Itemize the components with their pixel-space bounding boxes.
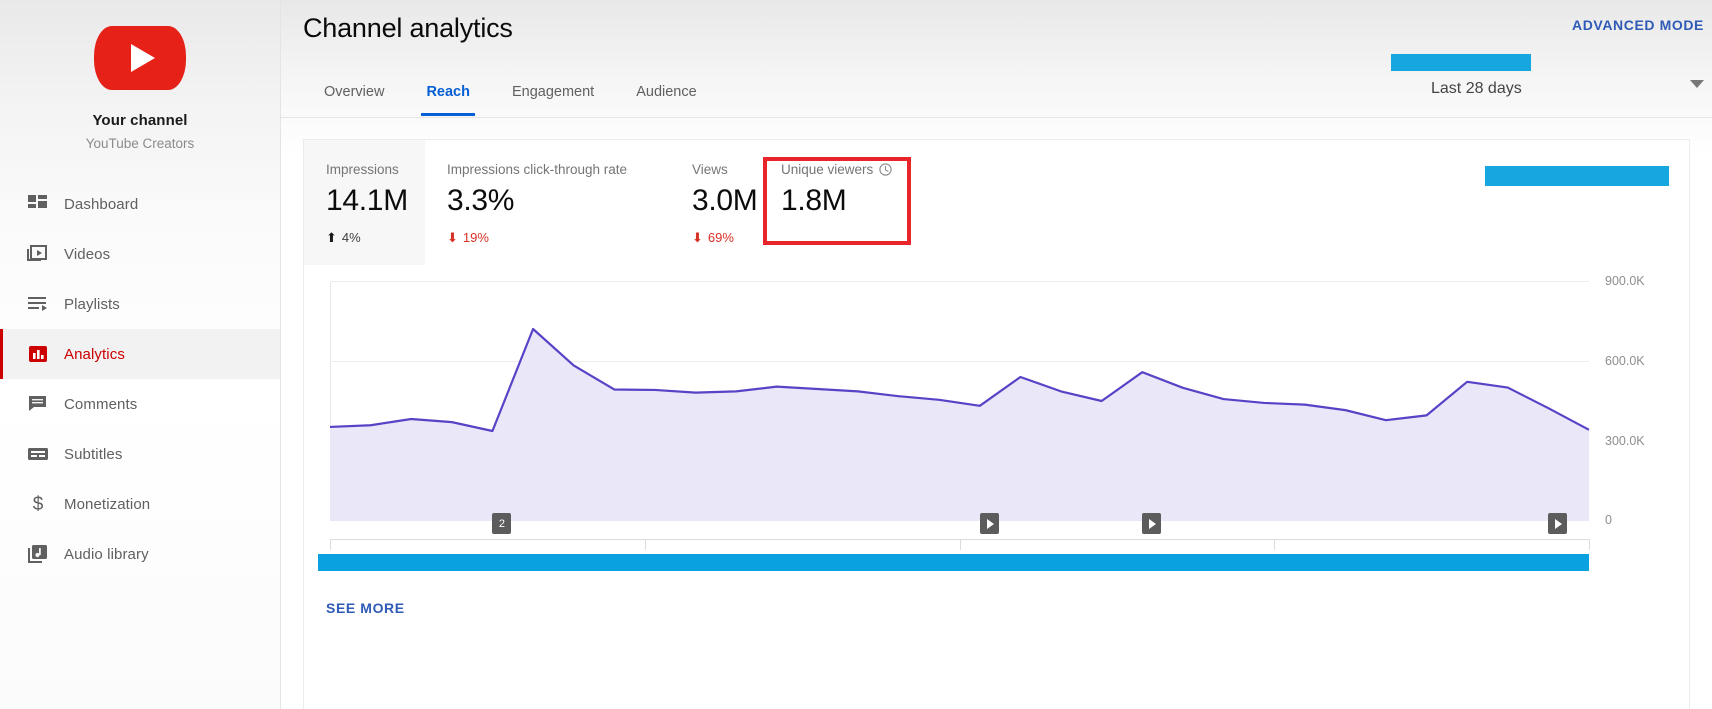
dashboard-icon bbox=[12, 193, 64, 215]
x-axis-tick bbox=[1274, 539, 1275, 550]
metric-delta-value: 69% bbox=[708, 230, 734, 245]
sidebar-item-videos[interactable]: Videos bbox=[0, 229, 280, 279]
analytics-icon bbox=[12, 343, 64, 365]
svg-text:$: $ bbox=[33, 494, 44, 515]
metric-value: 3.0M bbox=[692, 184, 759, 218]
sidebar-item-label: Audio library bbox=[64, 546, 149, 563]
tab-reach[interactable]: Reach bbox=[405, 76, 491, 116]
sidebar-item-playlists[interactable]: Playlists bbox=[0, 279, 280, 329]
playlists-icon bbox=[12, 293, 64, 315]
header-divider bbox=[281, 117, 1712, 118]
tab-audience[interactable]: Audience bbox=[615, 76, 717, 116]
metric-delta: ⬇ 19% bbox=[447, 230, 670, 245]
metric-impressions-ctr[interactable]: Impressions click-through rate 3.3% ⬇ 19… bbox=[425, 140, 670, 265]
sidebar-item-label: Monetization bbox=[64, 496, 150, 513]
sidebar-item-label: Dashboard bbox=[64, 196, 138, 213]
audio-library-icon bbox=[12, 543, 64, 565]
subtitles-icon bbox=[12, 443, 64, 465]
video-marker-row: 2 bbox=[330, 513, 1589, 539]
comments-icon bbox=[12, 393, 64, 415]
metric-impressions[interactable]: Impressions 14.1M ⬆ 4% bbox=[304, 140, 425, 265]
metric-label: Impressions click-through rate bbox=[447, 162, 670, 177]
dollar-icon: $ bbox=[12, 493, 64, 515]
metric-label: Views bbox=[692, 162, 759, 177]
video-play-badge[interactable] bbox=[1142, 513, 1161, 534]
channel-name: Your channel bbox=[92, 112, 187, 129]
main-content: Channel analytics ADVANCED MODE Last 28 … bbox=[281, 0, 1712, 709]
y-tick-label: 300.0K bbox=[1605, 434, 1645, 448]
sidebar-item-label: Comments bbox=[64, 396, 137, 413]
metric-label: Unique viewers bbox=[781, 162, 889, 177]
arrow-up-icon: ⬆ bbox=[326, 231, 337, 244]
y-tick-label: 600.0K bbox=[1605, 354, 1645, 368]
metric-delta: ⬆ 4% bbox=[326, 230, 425, 245]
metric-value: 3.3% bbox=[447, 184, 670, 218]
metric-label: Impressions bbox=[326, 162, 425, 177]
metric-label-text: Unique viewers bbox=[781, 162, 873, 177]
blue-highlight-chip bbox=[1485, 166, 1669, 186]
x-axis-tick-bar bbox=[330, 539, 1589, 550]
x-axis-tick bbox=[330, 539, 331, 550]
videos-icon bbox=[12, 243, 64, 265]
date-range-label: Last 28 days bbox=[1431, 80, 1522, 98]
metric-cards: Impressions 14.1M ⬆ 4% Impressions click… bbox=[304, 140, 1689, 265]
sidebar-item-analytics[interactable]: Analytics bbox=[0, 329, 280, 379]
play-icon bbox=[1555, 519, 1562, 529]
page-title: Channel analytics bbox=[303, 13, 513, 44]
y-tick-label: 0 bbox=[1605, 513, 1612, 527]
x-axis-tick bbox=[645, 539, 646, 550]
sidebar-item-label: Subtitles bbox=[64, 446, 122, 463]
video-play-badge[interactable] bbox=[1548, 513, 1567, 534]
sidebar-item-label: Playlists bbox=[64, 296, 120, 313]
arrow-down-icon: ⬇ bbox=[447, 231, 458, 244]
video-count-badge[interactable]: 2 bbox=[492, 513, 511, 534]
clock-info-icon[interactable] bbox=[879, 163, 892, 176]
video-play-badge[interactable] bbox=[980, 513, 999, 534]
impressions-chart: 900.0K 600.0K 300.0K 0 bbox=[304, 265, 1689, 709]
sidebar-item-monetization[interactable]: $ Monetization bbox=[0, 479, 280, 529]
metric-views[interactable]: Views 3.0M ⬇ 69% bbox=[670, 140, 759, 265]
reach-card: Impressions 14.1M ⬆ 4% Impressions click… bbox=[303, 139, 1690, 709]
tab-engagement[interactable]: Engagement bbox=[491, 76, 615, 116]
chart-plot-area: 900.0K 600.0K 300.0K 0 bbox=[330, 281, 1589, 521]
channel-brand[interactable]: Your channel YouTube Creators bbox=[0, 0, 280, 151]
analytics-tabs: Overview Reach Engagement Audience bbox=[303, 76, 718, 116]
play-icon bbox=[987, 519, 994, 529]
x-axis-tick bbox=[960, 539, 961, 550]
metric-delta-value: 19% bbox=[463, 230, 489, 245]
sidebar-item-audio-library[interactable]: Audio library bbox=[0, 529, 280, 579]
metric-delta-value: 4% bbox=[342, 230, 361, 245]
y-tick-label: 900.0K bbox=[1605, 274, 1645, 288]
metric-delta: ⬇ 69% bbox=[692, 230, 759, 245]
sidebar-item-subtitles[interactable]: Subtitles bbox=[0, 429, 280, 479]
chart-range-scrollbar[interactable] bbox=[318, 554, 1589, 571]
sidebar-item-dashboard[interactable]: Dashboard bbox=[0, 179, 280, 229]
metric-unique-viewers[interactable]: Unique viewers 1.8M bbox=[759, 140, 889, 265]
metric-value: 1.8M bbox=[781, 184, 889, 218]
see-more-link[interactable]: SEE MORE bbox=[326, 600, 405, 616]
sidebar-item-label: Videos bbox=[64, 246, 110, 263]
sidebar-nav: Dashboard Videos Playlists Analytics bbox=[0, 179, 280, 579]
sidebar-item-label: Analytics bbox=[64, 346, 125, 363]
x-axis-tick bbox=[1589, 539, 1590, 550]
arrow-down-icon: ⬇ bbox=[692, 231, 703, 244]
metric-value: 14.1M bbox=[326, 184, 425, 218]
youtube-logo-icon bbox=[94, 26, 186, 90]
chevron-down-icon[interactable] bbox=[1690, 80, 1704, 88]
channel-subtitle: YouTube Creators bbox=[86, 136, 195, 151]
sidebar-item-comments[interactable]: Comments bbox=[0, 379, 280, 429]
youtube-studio-analytics-page: Your channel YouTube Creators Dashboard … bbox=[0, 0, 1712, 709]
sidebar: Your channel YouTube Creators Dashboard … bbox=[0, 0, 281, 709]
date-range-highlight bbox=[1391, 54, 1531, 71]
play-icon bbox=[1149, 519, 1156, 529]
tab-overview[interactable]: Overview bbox=[303, 76, 405, 116]
chart-series-impressions bbox=[330, 281, 1589, 521]
advanced-mode-button[interactable]: ADVANCED MODE bbox=[1572, 17, 1704, 33]
